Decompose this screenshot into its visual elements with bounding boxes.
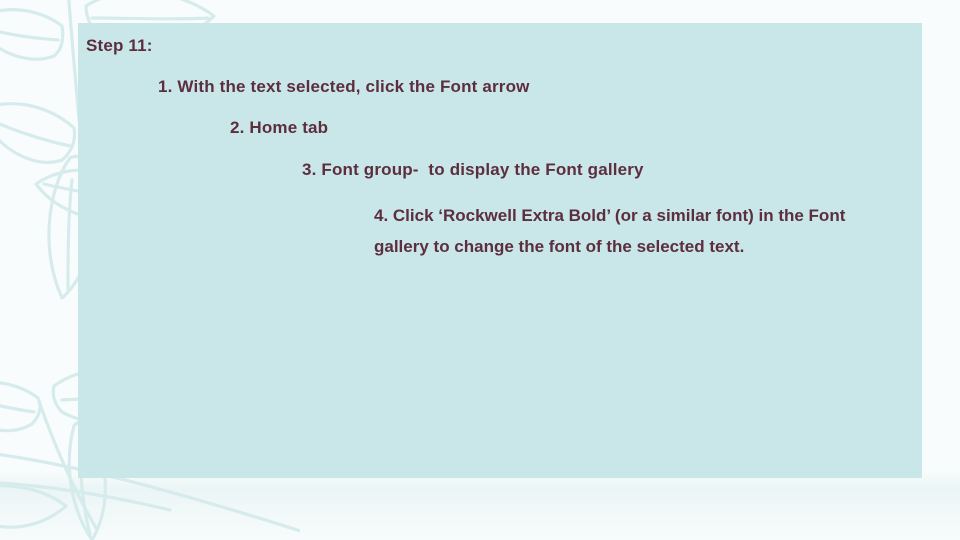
bottom-decor-band — [0, 470, 960, 540]
step-item-3: 3. Font group- to display the Font galle… — [302, 160, 644, 179]
step-item-2: 2. Home tab — [230, 118, 329, 137]
slide-canvas: Step 11: 1. With the text selected, clic… — [0, 0, 960, 540]
step-item-1: 1. With the text selected, click the Fon… — [158, 77, 530, 96]
step-item-4: 4. Click ‘Rockwell Extra Bold’ (or a sim… — [374, 206, 851, 256]
page-title: Step 11: — [86, 36, 153, 55]
